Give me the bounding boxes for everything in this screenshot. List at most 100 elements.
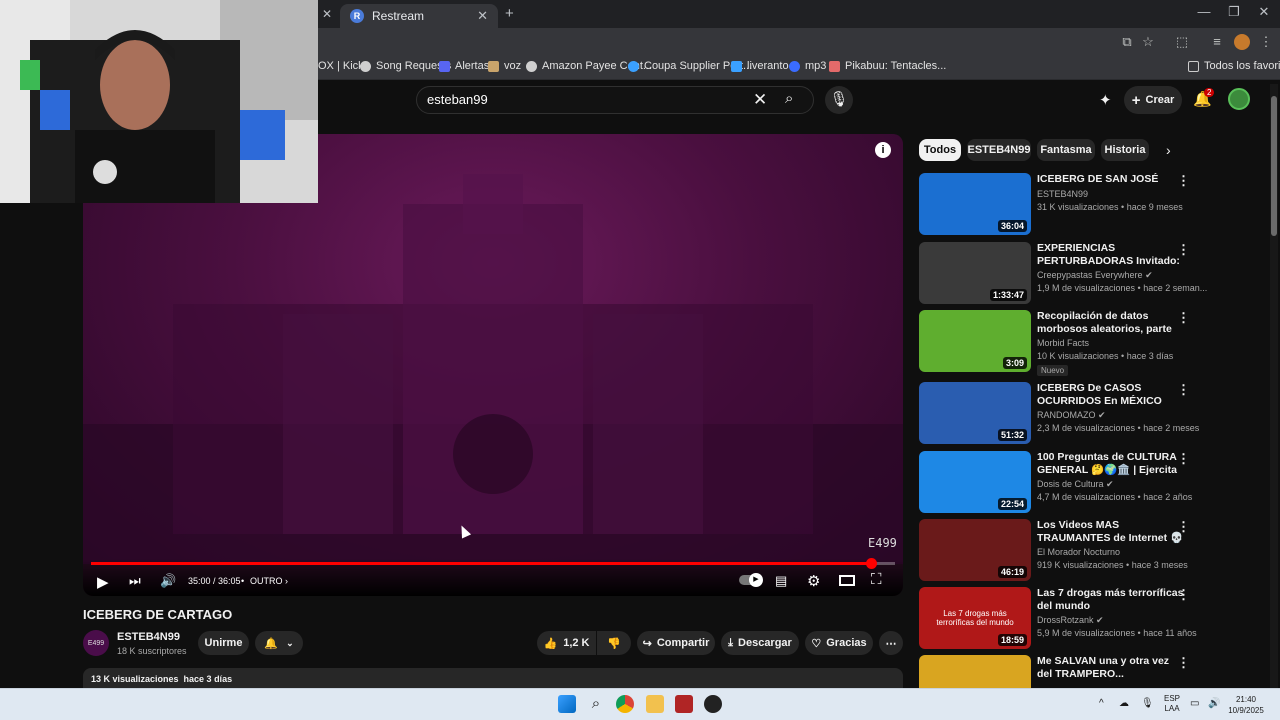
tab-close-icon[interactable]: ✕ <box>477 8 488 24</box>
more-options-icon[interactable]: ⋮ <box>1177 382 1190 398</box>
join-button[interactable]: Unirme <box>198 631 249 655</box>
autoplay-toggle[interactable]: ▶ <box>739 573 763 587</box>
profile-icon[interactable] <box>1234 34 1250 50</box>
mic-tray-icon[interactable]: 🎙 <box>1141 698 1154 709</box>
close-icon[interactable]: ✕ <box>322 7 332 21</box>
recommendation-item[interactable]: 22:54 100 Preguntas de CULTURA GENERAL 🤔🌍… <box>919 451 1269 513</box>
chip-channel[interactable]: ESTEB4N99 <box>967 139 1031 161</box>
recommendation-item[interactable]: Las 7 drogas más terroríficas del mundo 1… <box>919 587 1269 649</box>
more-actions-icon[interactable]: ⋯ <box>879 631 903 655</box>
volume-icon[interactable]: 🔊 <box>160 573 176 589</box>
recommendation-item[interactable]: 46:19 Los Videos MAS TRAUMANTES de Intern… <box>919 519 1269 581</box>
clear-search-icon[interactable]: ✕ <box>753 90 767 110</box>
scrollbar-thumb[interactable] <box>1271 96 1277 236</box>
recommendation-title[interactable]: Los Videos MAS TRAUMANTES de Internet 💀 … <box>1037 519 1187 545</box>
recommendation-title[interactable]: 100 Preguntas de CULTURA GENERAL 🤔🌍🏛️ | … <box>1037 451 1187 477</box>
video-thumbnail[interactable]: 3:09 <box>919 310 1031 372</box>
fullscreen-icon[interactable]: ⛶ <box>871 571 882 588</box>
chip-next-chevron-icon[interactable]: › <box>1166 142 1171 158</box>
more-options-icon[interactable]: ⋮ <box>1177 587 1190 603</box>
video-thumbnail[interactable]: 51:32 <box>919 382 1031 444</box>
tab-restream[interactable]: R Restream ✕ <box>340 4 498 28</box>
search-query[interactable]: esteban99 <box>427 92 488 107</box>
file-explorer-icon[interactable] <box>646 695 664 713</box>
video-player[interactable]: i E499 ▶ ⏭ 🔊 35:00 / 36:05 • OUTRO › ▶ ▤… <box>83 134 903 596</box>
recommendation-title[interactable]: EXPERIENCIAS PERTURBADORAS Invitado: ... <box>1037 242 1187 268</box>
download-button[interactable]: ⤓ Descargar <box>721 631 799 655</box>
subtitles-icon[interactable]: ▤ <box>775 573 787 589</box>
menu-dots-icon[interactable]: ⋮ <box>1258 34 1274 50</box>
clock[interactable]: 21:40 10/9/2025 <box>1226 694 1266 716</box>
recommendation-item[interactable]: 51:32 ICEBERG De CASOS OCURRIDOS En MÉXIC… <box>919 382 1269 444</box>
recommendation-item[interactable]: 1:33:47 EXPERIENCIAS PERTURBADORAS Invita… <box>919 242 1269 304</box>
like-button[interactable]: 👍 1,2 K <box>537 631 596 655</box>
minimize-icon[interactable]: — <box>1189 4 1219 19</box>
window-close-icon[interactable]: ✕ <box>1249 4 1279 20</box>
more-options-icon[interactable]: ⋮ <box>1177 173 1190 189</box>
record-app-icon[interactable] <box>704 695 722 713</box>
recommendation-channel[interactable]: Dosis de Cultura ✔ <box>1037 479 1114 490</box>
video-thumbnail[interactable]: 46:19 <box>919 519 1031 581</box>
chrome-icon[interactable] <box>616 695 634 713</box>
more-options-icon[interactable]: ⋮ <box>1177 519 1190 535</box>
video-thumbnail[interactable]: Las 7 drogas más terroríficas del mundo 1… <box>919 587 1031 649</box>
media-icon[interactable]: ≡ <box>1209 34 1225 50</box>
recommendation-channel[interactable]: DrossRotzank ✔ <box>1037 615 1104 626</box>
recommendation-title[interactable]: Las 7 drogas más terroríficas del mundo <box>1037 587 1187 613</box>
theater-mode-icon[interactable] <box>839 575 855 586</box>
recommendation-title[interactable]: Recopilación de datos morbosos aleatorio… <box>1037 310 1187 336</box>
display-icon[interactable]: ▭ <box>1190 698 1199 709</box>
microphone-icon[interactable]: 🎙 <box>825 86 853 114</box>
progress-bar[interactable] <box>91 558 895 569</box>
extensions-icon[interactable]: ⬚ <box>1174 34 1190 50</box>
recommendation-title[interactable]: Me SALVAN una y otra vez del TRAMPERO...… <box>1037 655 1187 681</box>
more-options-icon[interactable]: ⋮ <box>1177 451 1190 467</box>
share-button[interactable]: ↪ Compartir <box>637 631 715 655</box>
premium-icon[interactable]: ✦ <box>1099 91 1112 109</box>
chip-todos[interactable]: Todos <box>919 139 961 161</box>
recommendation-channel[interactable]: Morbid Facts <box>1037 338 1089 348</box>
subscribed-bell-button[interactable]: 🔔 ⌄ <box>255 631 303 655</box>
bookmark-item[interactable]: Alertas <box>439 60 489 72</box>
chip-fantasma[interactable]: Fantasma <box>1037 139 1095 161</box>
thanks-button[interactable]: ♡ Gracias <box>805 631 873 655</box>
bookmark-item[interactable]: liveranto <box>731 60 789 72</box>
video-thumbnail[interactable]: 22:54 <box>919 451 1031 513</box>
all-bookmarks-folder[interactable]: Todos los favoritos <box>1188 60 1280 72</box>
recommendation-item[interactable]: 3:09 Recopilación de datos morbosos aleat… <box>919 310 1269 376</box>
bookmark-item[interactable]: Pikabuu: Tentacles... <box>829 60 946 72</box>
next-icon[interactable]: ⏭ <box>129 573 141 589</box>
recommendation-channel[interactable]: RANDOMAZO ✔ <box>1037 410 1106 421</box>
more-options-icon[interactable]: ⋮ <box>1177 242 1190 258</box>
chip-historia[interactable]: Historia <box>1101 139 1149 161</box>
cloud-icon[interactable]: ☁ <box>1119 698 1129 709</box>
search-icon[interactable]: ⌕ <box>785 90 793 107</box>
search-icon[interactable]: ⌕ <box>587 695 605 713</box>
recommendation-title[interactable]: ICEBERG De CASOS OCURRIDOS En MÉXICO <box>1037 382 1187 408</box>
video-thumbnail[interactable]: 36:04 <box>919 173 1031 235</box>
star-bookmark-icon[interactable]: ☆ <box>1140 34 1156 50</box>
more-options-icon[interactable]: ⋮ <box>1177 310 1190 326</box>
show-hidden-icons-chevron-icon[interactable]: ^ <box>1099 698 1104 709</box>
new-tab-plus-icon[interactable]: + <box>505 5 514 22</box>
obs-app-icon[interactable] <box>675 695 693 713</box>
recommendation-item[interactable]: 36:04 ICEBERG DE SAN JOSÉ ESTEB4N99 31 K vi… <box>919 173 1269 235</box>
recommendation-channel[interactable]: El Morador Nocturno <box>1037 547 1120 557</box>
speaker-icon[interactable]: 🔊 <box>1208 698 1220 709</box>
channel-avatar[interactable]: E499 <box>83 630 109 656</box>
recommendation-channel[interactable]: ESTEB4N99 <box>1037 189 1088 199</box>
channel-watermark[interactable]: E499 <box>868 536 897 550</box>
more-options-icon[interactable]: ⋮ <box>1177 655 1190 671</box>
bookmark-item[interactable]: voz <box>488 60 521 72</box>
bookmark-item[interactable]: OX | Kick <box>318 60 364 72</box>
recommendation-title[interactable]: ICEBERG DE SAN JOSÉ <box>1037 173 1187 186</box>
progress-scrubber[interactable] <box>865 558 877 569</box>
create-button[interactable]: + Crear <box>1124 86 1182 114</box>
user-avatar[interactable] <box>1228 88 1250 110</box>
cast-icon[interactable]: ⧉ <box>1119 34 1135 50</box>
play-icon[interactable]: ▶ <box>97 573 109 591</box>
restore-icon[interactable]: ❐ <box>1219 4 1249 20</box>
info-icon[interactable]: i <box>875 142 891 158</box>
settings-gear-icon[interactable]: ⚙ <box>807 572 820 590</box>
bookmark-item[interactable]: Song Requests <box>360 60 451 72</box>
